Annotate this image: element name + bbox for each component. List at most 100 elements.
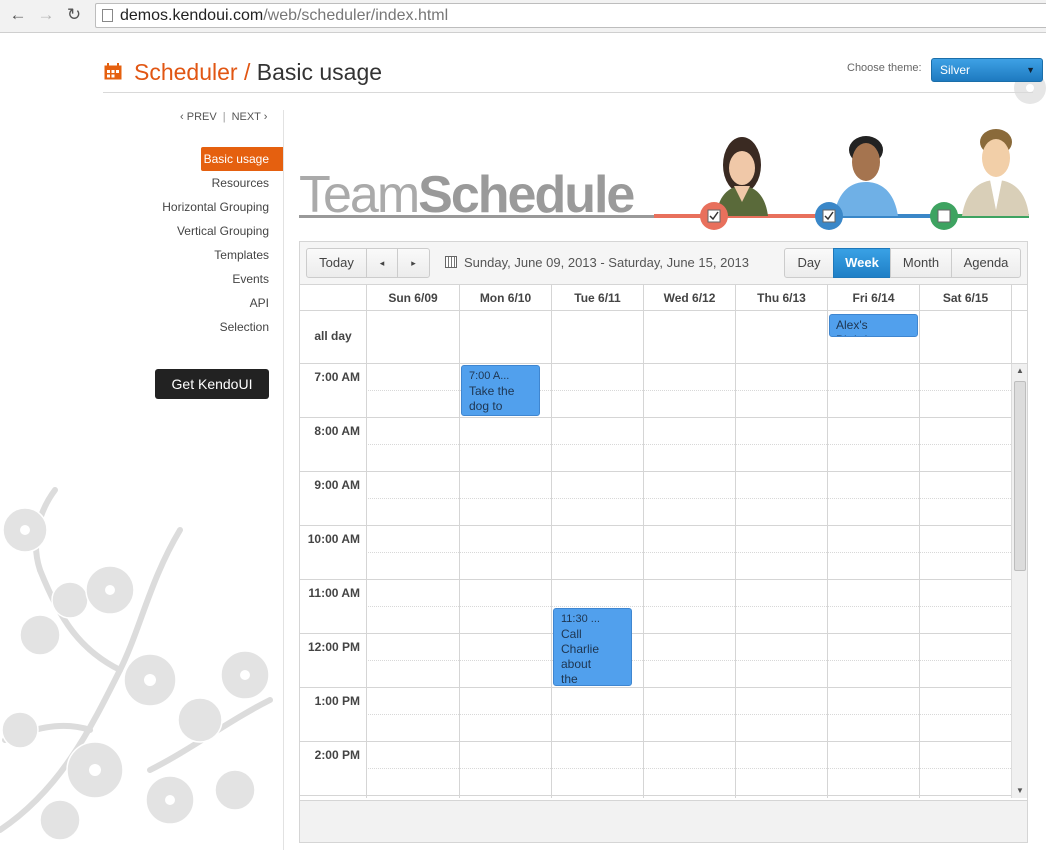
column-divider (1011, 285, 1012, 364)
event-title: Alex's Birthday (836, 318, 880, 336)
column-divider (919, 285, 920, 798)
hour-row[interactable]: 1:00 PM (300, 688, 1011, 742)
triangle-left-icon: ◂ (379, 258, 385, 268)
date-range-picker[interactable]: Sunday, June 09, 2013 - Saturday, June 1… (445, 255, 749, 270)
person-2-photo (834, 136, 898, 216)
logo-underline (299, 215, 654, 218)
browser-toolbar: ← → ↻ demos.kendoui.com/web/scheduler/in… (0, 0, 1046, 33)
blossom-decoration (0, 487, 273, 841)
forward-arrow-icon[interactable]: → (36, 5, 56, 25)
day-header: Sat 6/15 (919, 285, 1011, 311)
scroll-thumb[interactable] (1014, 381, 1026, 571)
person-3-photo (962, 129, 1029, 216)
breadcrumb-page: Basic usage (256, 59, 383, 85)
scheduler: Today ◂ ▸ Sunday, June 09, 2013 - Saturd… (299, 241, 1028, 843)
sidebar-item-resources[interactable]: Resources (150, 171, 283, 195)
view-week-button[interactable]: Week (833, 248, 891, 278)
person-2-checkbox[interactable] (815, 202, 843, 230)
prev-link[interactable]: ‹ PREV (180, 111, 217, 123)
view-day-button[interactable]: Day (784, 248, 834, 278)
day-header: Tue 6/11 (551, 285, 643, 311)
prev-label: PREV (186, 111, 217, 123)
next-label: NEXT (231, 111, 261, 123)
hour-row[interactable]: 7:00 AM (300, 364, 1011, 418)
sidebar-item-vertical-grouping[interactable]: Vertical Grouping (150, 219, 283, 243)
triangle-right-icon: ▸ (411, 258, 416, 268)
breadcrumb-section[interactable]: Scheduler / (134, 59, 250, 85)
scroll-up-icon[interactable]: ▲ (1012, 364, 1028, 378)
view-agenda-button[interactable]: Agenda (951, 248, 1021, 278)
event-title-line: the (561, 672, 578, 686)
prev-week-button[interactable]: ◂ (366, 248, 398, 278)
sidebar-item-selection[interactable]: Selection (150, 315, 283, 339)
vertical-scrollbar[interactable]: ▲ ▼ (1011, 364, 1027, 798)
day-header: Thu 6/13 (735, 285, 827, 311)
scheduler-footer (300, 800, 1027, 842)
hour-label: 7:00 AM (314, 370, 360, 384)
column-divider (366, 285, 367, 798)
column-divider (551, 285, 552, 798)
reload-icon[interactable]: ↻ (64, 5, 84, 25)
hour-row[interactable]: 10:00 AM (300, 526, 1011, 580)
column-divider (459, 285, 460, 798)
event-time: 7:00 A... (469, 370, 510, 382)
scroll-down-icon[interactable]: ▼ (1012, 784, 1028, 798)
time-grid[interactable]: 7:00 AM 8:00 AM 9:00 AM 10:00 AM 11:00 A… (300, 364, 1011, 798)
url-domain: demos.kendoui.com (120, 7, 264, 24)
sidebar-item-api[interactable]: API (150, 291, 283, 315)
hour-label: 10:00 AM (307, 532, 360, 546)
calendar-icon (445, 256, 457, 268)
person-3-checkbox[interactable] (930, 202, 958, 230)
hour-row[interactable]: 9:00 AM (300, 472, 1011, 526)
day-header: Mon 6/10 (459, 285, 551, 311)
address-bar[interactable]: demos.kendoui.com/web/scheduler/index.ht… (95, 3, 1046, 28)
sidebar-divider (283, 110, 284, 850)
event-alex-birthday[interactable]: Alex's Birthday (829, 314, 918, 337)
sidebar-item-basic-usage[interactable]: Basic usage (201, 147, 283, 171)
hour-row[interactable]: 12:00 PM (300, 634, 1011, 688)
day-header: Fri 6/14 (827, 285, 919, 311)
event-take-dog[interactable]: 7:00 A... Take the dog to (461, 365, 540, 416)
demo-pager: ‹ PREV | NEXT › (180, 111, 268, 123)
hour-label: 8:00 AM (314, 424, 360, 438)
hour-label: 9:00 AM (314, 478, 360, 492)
hour-row[interactable]: 8:00 AM (300, 418, 1011, 472)
next-week-button[interactable]: ▸ (397, 248, 430, 278)
back-arrow-icon[interactable]: ← (8, 5, 28, 25)
next-link[interactable]: NEXT › (232, 111, 268, 123)
today-button[interactable]: Today (306, 248, 367, 278)
view-month-button[interactable]: Month (890, 248, 952, 278)
sidebar-item-templates[interactable]: Templates (150, 243, 283, 267)
hour-row[interactable]: 11:00 AM (300, 580, 1011, 634)
day-header: Wed 6/12 (643, 285, 735, 311)
get-kendoui-button[interactable]: Get KendoUI (155, 369, 269, 399)
theme-select[interactable]: Silver ▼ (931, 58, 1043, 82)
calendar-icon (104, 63, 122, 80)
hour-label: 1:00 PM (314, 694, 360, 708)
all-day-label: all day (314, 329, 352, 343)
page-icon (102, 9, 113, 22)
person-1-photo (716, 137, 768, 216)
sidebar-item-horizontal-grouping[interactable]: Horizontal Grouping (150, 195, 283, 219)
person-1-checkbox[interactable] (700, 202, 728, 230)
hour-label: 12:00 PM (307, 640, 360, 654)
column-divider (827, 285, 828, 798)
url-path: /web/scheduler/index.html (263, 7, 449, 24)
page-title: Scheduler / Basic usage (134, 59, 382, 86)
event-title-line: Call (561, 627, 582, 641)
hour-label: 11:00 AM (308, 586, 360, 600)
event-call-charlie[interactable]: 11:30 ... Call Charlie about the (553, 608, 632, 686)
sidebar-nav: Basic usage Resources Horizontal Groupin… (150, 147, 283, 339)
column-divider (735, 285, 736, 798)
event-time: 11:30 ... (561, 613, 600, 625)
sidebar-item-events[interactable]: Events (150, 267, 283, 291)
date-range-text: Sunday, June 09, 2013 - Saturday, June 1… (464, 255, 750, 270)
event-title-line: Take the (469, 384, 515, 398)
hour-row[interactable]: 2:00 PM (300, 742, 1011, 796)
event-title-line: about (561, 657, 592, 671)
column-divider (643, 285, 644, 798)
day-header-row: Sun 6/09 Mon 6/10 Tue 6/11 Wed 6/12 Thu … (300, 285, 1027, 311)
scheduler-toolbar: Today ◂ ▸ Sunday, June 09, 2013 - Saturd… (300, 242, 1027, 285)
event-title-line: Charlie (561, 642, 600, 656)
day-header: Sun 6/09 (366, 285, 459, 311)
